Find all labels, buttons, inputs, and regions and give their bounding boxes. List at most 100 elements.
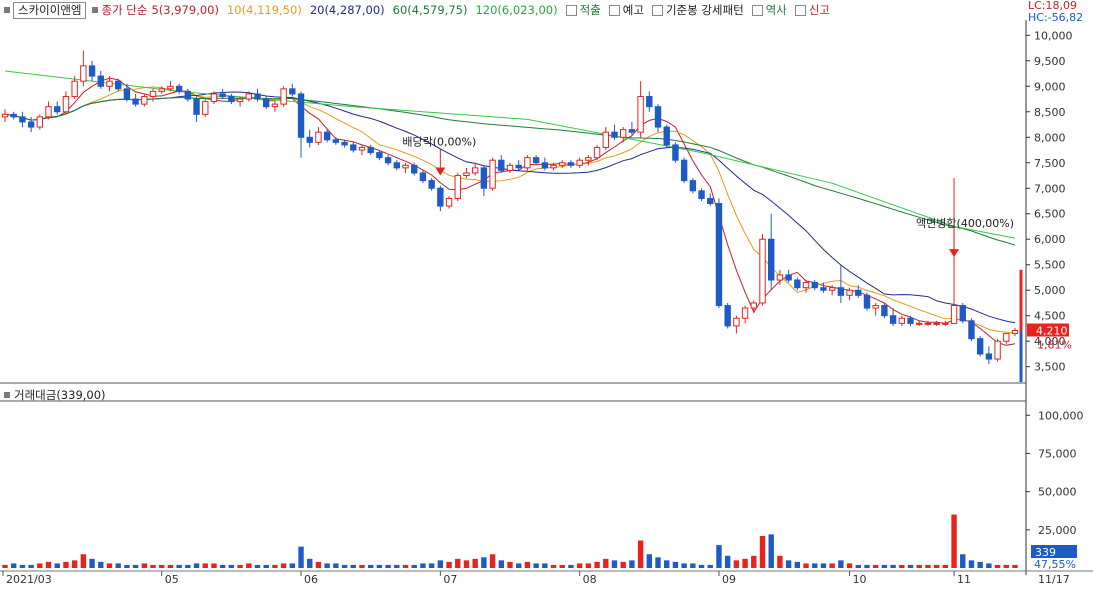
candle-body <box>114 80 122 90</box>
candle-body <box>228 95 235 103</box>
candle-body <box>471 167 479 174</box>
candle-body <box>106 80 113 87</box>
candle-body <box>550 164 557 169</box>
volume-bar <box>324 563 330 568</box>
volume-bar <box>472 558 478 568</box>
candle-body <box>898 317 906 324</box>
volume-bar <box>307 558 313 568</box>
candle-body <box>672 144 679 161</box>
volume-bar <box>899 564 905 568</box>
price-tick-label: 10,000 <box>1034 29 1073 42</box>
volume-bar <box>19 564 26 568</box>
volume-bar <box>254 564 261 568</box>
volume-bar <box>820 563 827 568</box>
candle-body <box>794 279 801 289</box>
volume-bar <box>141 563 148 568</box>
volume-bar <box>280 563 287 568</box>
candle-body <box>498 159 505 171</box>
ma10-line <box>4 86 1016 334</box>
volume-bar <box>550 564 557 568</box>
volume-bar <box>629 560 635 568</box>
volume-bar <box>341 564 348 568</box>
date-tick-label: 2021/03 <box>6 573 52 586</box>
candle-body <box>776 274 784 281</box>
candle-body <box>811 282 818 289</box>
volume-bar <box>716 545 722 568</box>
volume-bar <box>2 564 8 568</box>
volume-bar <box>98 561 104 568</box>
date-tick-label: 10 <box>853 573 867 586</box>
candle-body <box>54 106 61 113</box>
price-tick-label: 4,500 <box>1034 310 1066 323</box>
candle-body <box>254 93 261 100</box>
date-tick-label: 06 <box>304 573 318 586</box>
candle-body <box>994 340 1001 360</box>
candle-body <box>559 162 566 166</box>
candle-body <box>576 159 583 166</box>
date-tick-label: 07 <box>443 573 457 586</box>
volume-bar <box>463 560 470 568</box>
candle-body <box>437 187 444 207</box>
candle-body <box>985 353 993 360</box>
price-volume-chart[interactable]: 배당락(0,00%) 액면병합(400,00%) 10,000 9,500 9,000… <box>0 0 1093 590</box>
volume-bar <box>11 563 17 568</box>
volume-bar <box>124 564 130 568</box>
volume-bar <box>977 561 983 568</box>
volume-bar <box>698 564 705 568</box>
volume-bar <box>350 564 356 568</box>
volume-bar <box>881 564 888 568</box>
volume-tick-label: 75,000 <box>1038 447 1077 460</box>
candle-body <box>942 322 949 325</box>
volume-bar <box>533 563 539 568</box>
price-axis: 10,000 9,500 9,000 8,500 8,000 7,500 7,000 6,50… <box>1019 29 1073 382</box>
price-tick-label: 9,500 <box>1034 55 1066 68</box>
event-marker-label: 배당락(0,00%) <box>402 136 476 149</box>
candle-body <box>837 287 845 296</box>
price-tick-label: 8,500 <box>1034 106 1066 119</box>
candle-body <box>707 197 714 205</box>
candle-body <box>97 75 104 87</box>
candle-body <box>733 317 740 327</box>
volume-bar <box>794 561 801 568</box>
candle-body <box>411 164 418 174</box>
candle-body <box>750 302 757 309</box>
candle-body <box>515 164 522 169</box>
candle-body <box>315 131 322 143</box>
candle-body <box>619 129 627 138</box>
candle-body <box>210 93 218 103</box>
candle-body <box>376 152 383 159</box>
volume-bar <box>785 560 792 568</box>
volume-bar <box>489 554 496 568</box>
candle-body <box>19 116 26 123</box>
volume-bar <box>359 564 365 568</box>
candle-body <box>663 126 670 146</box>
volume-bar <box>594 561 600 568</box>
candle-body <box>611 131 618 138</box>
candle-body <box>785 274 792 281</box>
volume-bar <box>263 564 269 568</box>
volume-bar <box>707 564 713 568</box>
change-percent-label: 1,81% <box>1037 339 1072 352</box>
volume-bar <box>994 564 1001 568</box>
candle-body <box>158 88 165 92</box>
candle-body <box>828 287 836 291</box>
price-tick-label: 9,000 <box>1034 80 1066 93</box>
volume-bar <box>193 563 200 568</box>
volume-bar <box>376 564 383 568</box>
candle-body <box>1003 333 1010 342</box>
candle-body <box>297 93 305 138</box>
volume-bar <box>611 560 618 568</box>
volume-bar <box>481 557 487 568</box>
volume-bar <box>542 563 548 568</box>
volume-bar <box>916 564 922 568</box>
candle-body <box>384 157 392 164</box>
volume-bar <box>742 558 748 568</box>
event-arrow-icon <box>949 249 960 258</box>
ma20-line <box>4 91 1016 324</box>
volume-bar <box>872 564 879 568</box>
volume-bar <box>437 560 444 568</box>
volume-bar <box>89 558 95 568</box>
volume-bar <box>106 563 113 568</box>
price-tick-label: 6,500 <box>1034 208 1066 221</box>
volume-bar <box>211 563 217 568</box>
